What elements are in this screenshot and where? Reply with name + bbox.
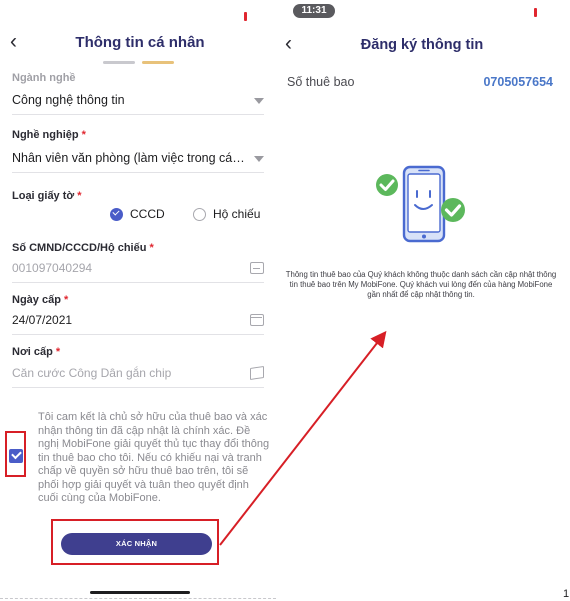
industry-select[interactable]: Công nghệ thông tin [12,93,264,115]
id-number-label: Số CMND/CCCD/Hộ chiếu * [12,242,154,254]
step-indicator-2 [142,61,174,64]
divider [0,598,276,599]
subscriber-label: Số thuê bao [287,75,355,89]
page-title: Thông tin cá nhân [75,34,205,51]
radio-cccd[interactable]: CCCD [110,207,165,221]
back-chevron-icon[interactable]: ‹ [285,33,292,54]
commitment-checkbox[interactable] [9,449,23,463]
personal-info-screen: ‹ Thông tin cá nhân Ngành nghề Công nghệ… [0,0,276,601]
radio-passport[interactable]: Hộ chiếu [193,207,260,221]
issue-date-field[interactable]: 24/07/2021 [12,313,264,335]
confirm-button[interactable]: XÁC NHẬN [61,533,212,555]
phone-check-illustration [376,165,465,243]
info-message: Thông tin thuê bao của Quý khách không t… [285,270,557,299]
issue-place-label: Nơi cấp * [12,346,61,358]
page-edge-number: 1 [563,588,570,600]
keyboard-icon [250,262,264,274]
back-chevron-icon[interactable]: ‹ [10,31,17,52]
occupation-value: Nhân viên văn phòng (làm việc trong các … [12,151,246,165]
industry-label: Ngành nghề [12,72,76,84]
status-indicator [244,12,247,21]
id-number-field[interactable]: 001097040294 [12,261,264,283]
issue-place-field[interactable]: Căn cước Công Dân gắn chip [12,366,264,388]
radio-cccd-label: CCCD [130,207,165,221]
id-number-value: 001097040294 [12,261,93,275]
industry-value: Công nghệ thông tin [12,93,125,107]
page-title: Đăng ký thông tin [360,37,484,53]
occupation-select[interactable]: Nhân viên văn phòng (làm việc trong các … [12,151,264,173]
status-time: 11:31 [293,4,335,18]
subscriber-number: 0705057654 [483,75,553,89]
calendar-icon[interactable] [250,314,264,326]
commitment-text: Tôi cam kết là chủ sở hữu của thuê bao v… [38,411,270,504]
status-indicator [534,8,537,17]
radio-unchecked-icon [193,207,206,221]
home-indicator [90,591,190,594]
map-icon [250,366,264,380]
dropdown-caret-icon [254,156,264,162]
register-info-screen: 11:31 ‹ Đăng ký thông tin Số thuê bao 07… [277,0,564,601]
issue-place-value: Căn cước Công Dân gắn chip [12,366,172,380]
radio-checked-icon [110,207,123,221]
step-indicator-1 [103,61,135,64]
issue-date-value: 24/07/2021 [12,313,73,327]
dropdown-caret-icon [254,98,264,104]
issue-date-label: Ngày cấp * [12,294,69,306]
radio-passport-label: Hộ chiếu [213,207,261,221]
occupation-label: Nghề nghiệp * [12,129,86,141]
document-type-label: Loại giấy tờ * [12,190,82,202]
